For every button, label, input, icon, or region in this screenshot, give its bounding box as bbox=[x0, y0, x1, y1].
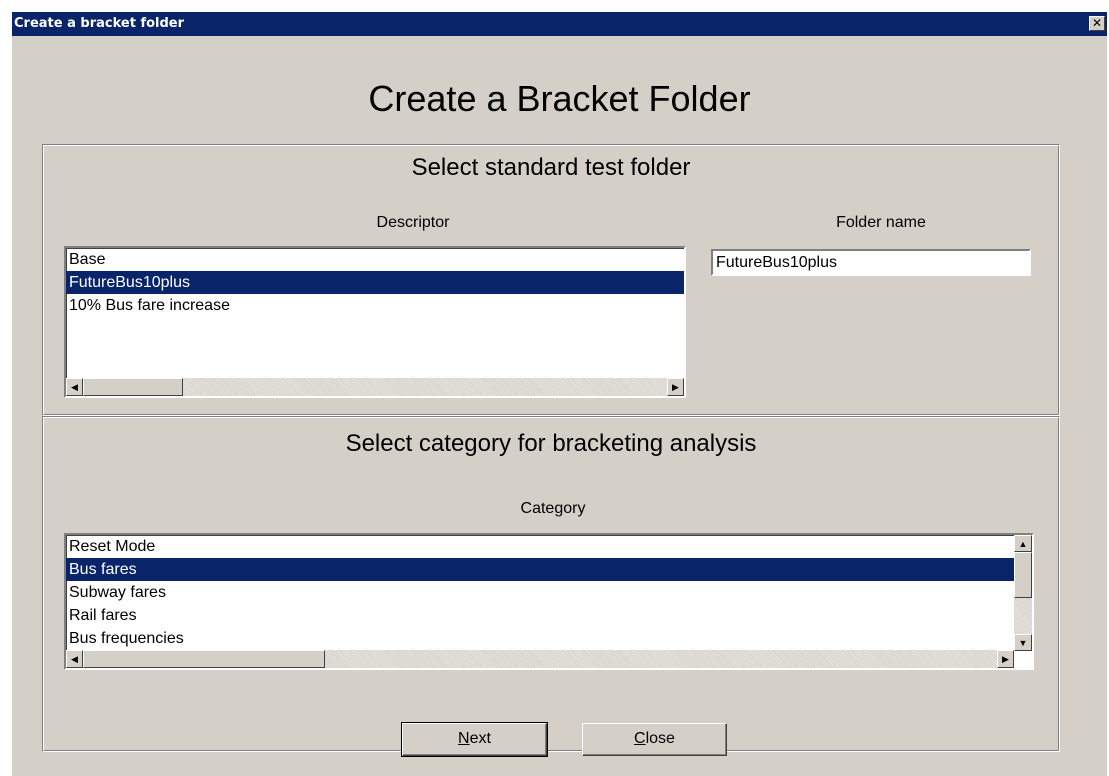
category-vertical-scrollbar[interactable]: ▲ ▼ bbox=[1014, 535, 1032, 651]
scroll-thumb[interactable] bbox=[83, 650, 325, 668]
category-listbox[interactable]: Reset Mode Bus fares Subway fares Rail fare… bbox=[64, 533, 1034, 670]
window-title: Create a bracket folder bbox=[14, 16, 185, 31]
page-title: Create a Bracket Folder bbox=[368, 78, 751, 119]
list-item[interactable]: 10% Bus fare increase bbox=[66, 294, 684, 317]
descriptor-listbox[interactable]: Base FutureBus10plus 10% Bus fare increase… bbox=[64, 246, 686, 398]
title-bar[interactable]: Create a bracket folder ✕ bbox=[12, 12, 1107, 36]
scroll-left-icon[interactable]: ◀ bbox=[66, 650, 83, 668]
scroll-thumb[interactable] bbox=[83, 378, 183, 396]
close-window-icon[interactable]: ✕ bbox=[1089, 16, 1105, 31]
close-label: lose bbox=[645, 730, 675, 747]
category-horizontal-scrollbar[interactable]: ◀ ▶ bbox=[66, 650, 1014, 668]
category-list: Reset Mode Bus fares Subway fares Rail fare… bbox=[66, 535, 1032, 650]
dialog-window: Create a bracket folder ✕ Create a Brack… bbox=[12, 12, 1107, 776]
close-accelerator: C bbox=[634, 730, 646, 747]
folder-name-label: Folder name bbox=[836, 214, 926, 231]
scroll-left-icon[interactable]: ◀ bbox=[66, 378, 83, 396]
scroll-up-icon[interactable]: ▲ bbox=[1014, 535, 1032, 552]
category-label: Category bbox=[520, 500, 586, 517]
descriptor-horizontal-scrollbar[interactable]: ◀ ▶ bbox=[66, 378, 684, 396]
category-group: Select category for bracketing analysis … bbox=[42, 416, 1060, 752]
list-item[interactable]: Bus frequencies bbox=[66, 627, 1032, 650]
close-button[interactable]: Close bbox=[582, 723, 727, 756]
list-item[interactable]: FutureBus10plus bbox=[66, 271, 684, 294]
vertical-scroll-thumb[interactable] bbox=[1014, 552, 1032, 598]
next-button[interactable]: Next bbox=[401, 722, 548, 757]
list-item[interactable]: Base bbox=[66, 248, 684, 271]
descriptor-label: Descriptor bbox=[376, 214, 450, 231]
next-label: ext bbox=[469, 730, 491, 747]
scroll-down-icon[interactable]: ▼ bbox=[1014, 634, 1032, 651]
folder-name-field[interactable]: FutureBus10plus bbox=[711, 249, 1031, 276]
standard-test-folder-group: Select standard test folder Descriptor F… bbox=[42, 144, 1060, 416]
scroll-right-icon[interactable]: ▶ bbox=[667, 378, 684, 396]
descriptor-list: Base FutureBus10plus 10% Bus fare increase bbox=[66, 248, 684, 317]
list-item[interactable]: Bus fares bbox=[66, 558, 1032, 581]
section-heading-standard-test-folder: Select standard test folder bbox=[411, 154, 691, 181]
scroll-right-icon[interactable]: ▶ bbox=[997, 650, 1014, 668]
list-item[interactable]: Rail fares bbox=[66, 604, 1032, 627]
next-accelerator: N bbox=[458, 730, 470, 747]
section-heading-category: Select category for bracketing analysis bbox=[345, 430, 757, 457]
list-item[interactable]: Reset Mode bbox=[66, 535, 1032, 558]
list-item[interactable]: Subway fares bbox=[66, 581, 1032, 604]
